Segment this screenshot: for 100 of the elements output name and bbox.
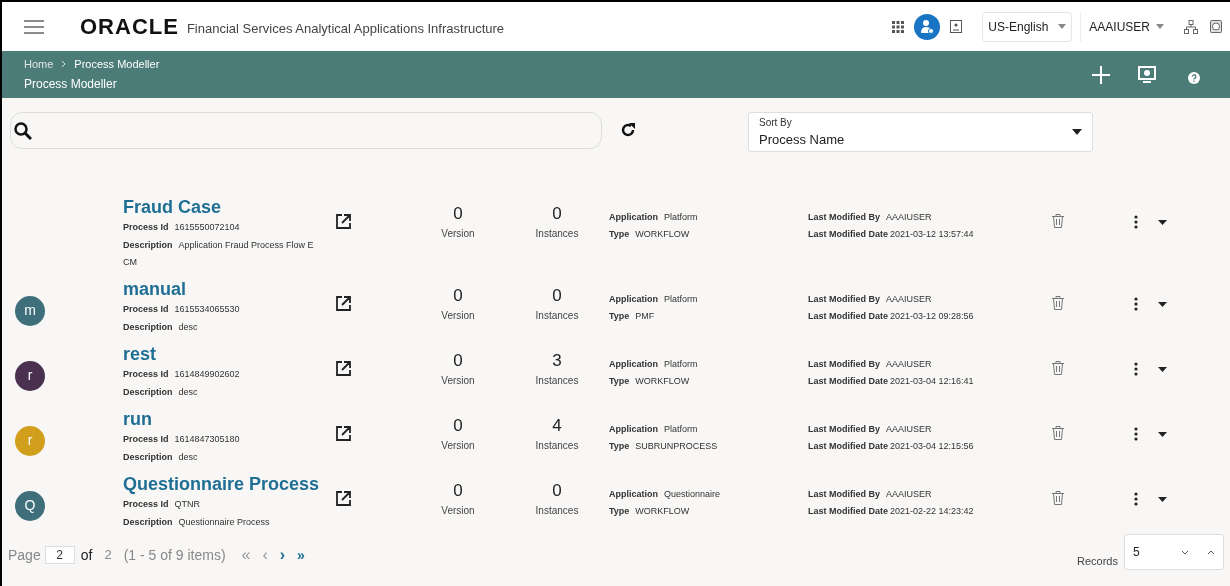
version-label: Version [441, 227, 475, 241]
expand-caret-icon[interactable] [1158, 220, 1167, 225]
page-number-field[interactable]: 2 [44, 546, 75, 564]
process-name-link[interactable]: Fraud Case [123, 196, 328, 218]
process-id: Process Id 1614849902602 [123, 368, 241, 381]
version-label: Version [441, 504, 475, 518]
type-info: Type PMF [609, 310, 656, 323]
apps-grid-icon[interactable] [892, 20, 905, 33]
refresh-icon[interactable] [620, 122, 636, 138]
trash-icon[interactable] [1052, 296, 1064, 310]
process-id: Process Id 1614847305180 [123, 433, 241, 446]
more-options-icon[interactable] [1134, 492, 1138, 506]
avatar: Q [15, 490, 45, 521]
breadcrumb-current: Process Modeller [74, 56, 160, 72]
trash-icon[interactable] [1052, 426, 1064, 440]
modified-date-info: Last Modified Date 2021-03-04 12:15:56 [808, 440, 975, 453]
last-page-link[interactable]: » [297, 544, 305, 566]
version-label: Version [441, 439, 475, 453]
more-options-icon[interactable] [1134, 297, 1138, 311]
version-label: Version [441, 374, 475, 388]
open-external-icon[interactable] [336, 491, 351, 506]
sort-label: Sort By [759, 115, 793, 130]
process-name-link[interactable]: run [123, 408, 328, 430]
open-external-icon[interactable] [336, 426, 351, 441]
total-pages: 2 [104, 546, 112, 565]
application-info: Application Platform [609, 423, 699, 436]
modified-by-info: Last Modified By AAAIUSER [808, 358, 933, 371]
modified-date-info: Last Modified Date 2021-03-12 13:57:44 [808, 228, 975, 241]
application-info: Application Platform [609, 358, 699, 371]
more-options-icon[interactable] [1134, 362, 1138, 376]
instances-label: Instances [535, 227, 579, 241]
caret-icon [1156, 24, 1164, 29]
contact-card-icon[interactable] [950, 20, 963, 33]
items-summary: (1 - 5 of 9 items) [123, 545, 226, 565]
instances-label: Instances [535, 374, 579, 388]
add-icon[interactable] [1092, 65, 1110, 84]
modified-date-info: Last Modified Date 2021-03-12 09:28:56 [808, 310, 975, 323]
records-spinner[interactable]: 5 [1124, 534, 1224, 570]
modified-date-info: Last Modified Date 2021-03-04 12:16:41 [808, 375, 975, 388]
type-info: Type WORKFLOW [609, 505, 691, 518]
application-info: Application Platform [609, 293, 699, 306]
trash-icon[interactable] [1052, 361, 1064, 375]
instances-label: Instances [535, 504, 579, 518]
application-info: Application Questionnaire [609, 488, 722, 501]
version-count: 0 [453, 204, 463, 224]
process-id: Process Id 1615550072104 [123, 221, 241, 234]
instances-count: 0 [552, 286, 562, 306]
modified-date-info: Last Modified Date 2021-02-22 14:23:42 [808, 505, 975, 518]
help-icon[interactable] [1188, 71, 1200, 84]
user-settings-icon[interactable] [914, 13, 941, 40]
chevron-up-icon[interactable] [1207, 549, 1215, 555]
expand-caret-icon[interactable] [1158, 497, 1167, 502]
instances-label: Instances [535, 439, 579, 453]
process-description: Description Questionnaire Process [123, 516, 271, 529]
open-external-icon[interactable] [336, 296, 351, 311]
of-label: of [80, 545, 93, 565]
version-count: 0 [453, 351, 463, 371]
process-name-link[interactable]: Questionnaire Process [123, 473, 328, 495]
search-icon [14, 121, 32, 140]
more-options-icon[interactable] [1134, 427, 1138, 441]
process-description: Description desc [123, 386, 199, 399]
modified-by-info: Last Modified By AAAIUSER [808, 423, 933, 436]
expand-caret-icon[interactable] [1158, 367, 1167, 372]
open-external-icon[interactable] [336, 361, 351, 376]
type-info: Type WORKFLOW [609, 375, 691, 388]
records-label: Records [1077, 553, 1118, 569]
language-dropdown[interactable]: US-English [982, 11, 1073, 42]
sort-dropdown[interactable]: Sort By Process Name [748, 112, 1093, 152]
type-info: Type WORKFLOW [609, 228, 691, 241]
caret-icon [1072, 129, 1082, 135]
process-name-link[interactable]: rest [123, 343, 328, 365]
chevron-right-icon [61, 60, 67, 68]
menu-icon[interactable] [24, 19, 44, 34]
previous-page-link[interactable]: ‹ [262, 543, 268, 567]
next-page-link[interactable]: › [279, 543, 286, 567]
open-external-icon[interactable] [336, 214, 351, 229]
version-label: Version [441, 309, 475, 323]
expand-caret-icon[interactable] [1158, 302, 1167, 307]
sort-value: Process Name [759, 130, 845, 149]
hierarchy-icon[interactable] [1184, 19, 1198, 34]
trash-icon[interactable] [1052, 491, 1064, 505]
avatar: r [15, 360, 45, 391]
version-count: 0 [453, 286, 463, 306]
page-title: Process Modeller [24, 76, 118, 94]
breadcrumb-link[interactable]: Home [24, 55, 54, 73]
first-page-link[interactable]: « [241, 543, 251, 567]
modified-by-info: Last Modified By AAAIUSER [808, 488, 933, 501]
process-name-link[interactable]: manual [123, 278, 328, 300]
search-field[interactable] [10, 112, 602, 149]
process-description: Description Application Fraud Process Flow ECM [123, 239, 315, 269]
user-menu[interactable]: AAAIUSER [1080, 11, 1172, 42]
trash-icon[interactable] [1052, 214, 1064, 228]
expand-caret-icon[interactable] [1158, 432, 1167, 437]
instances-count: 4 [552, 416, 562, 436]
caret-icon [1058, 24, 1067, 29]
monitor-settings-icon[interactable] [1138, 65, 1156, 84]
avatar: m [15, 295, 45, 326]
more-options-icon[interactable] [1134, 215, 1138, 229]
chevron-down-icon[interactable] [1181, 549, 1189, 555]
process-id: Process Id 1615534065530 [123, 303, 241, 316]
